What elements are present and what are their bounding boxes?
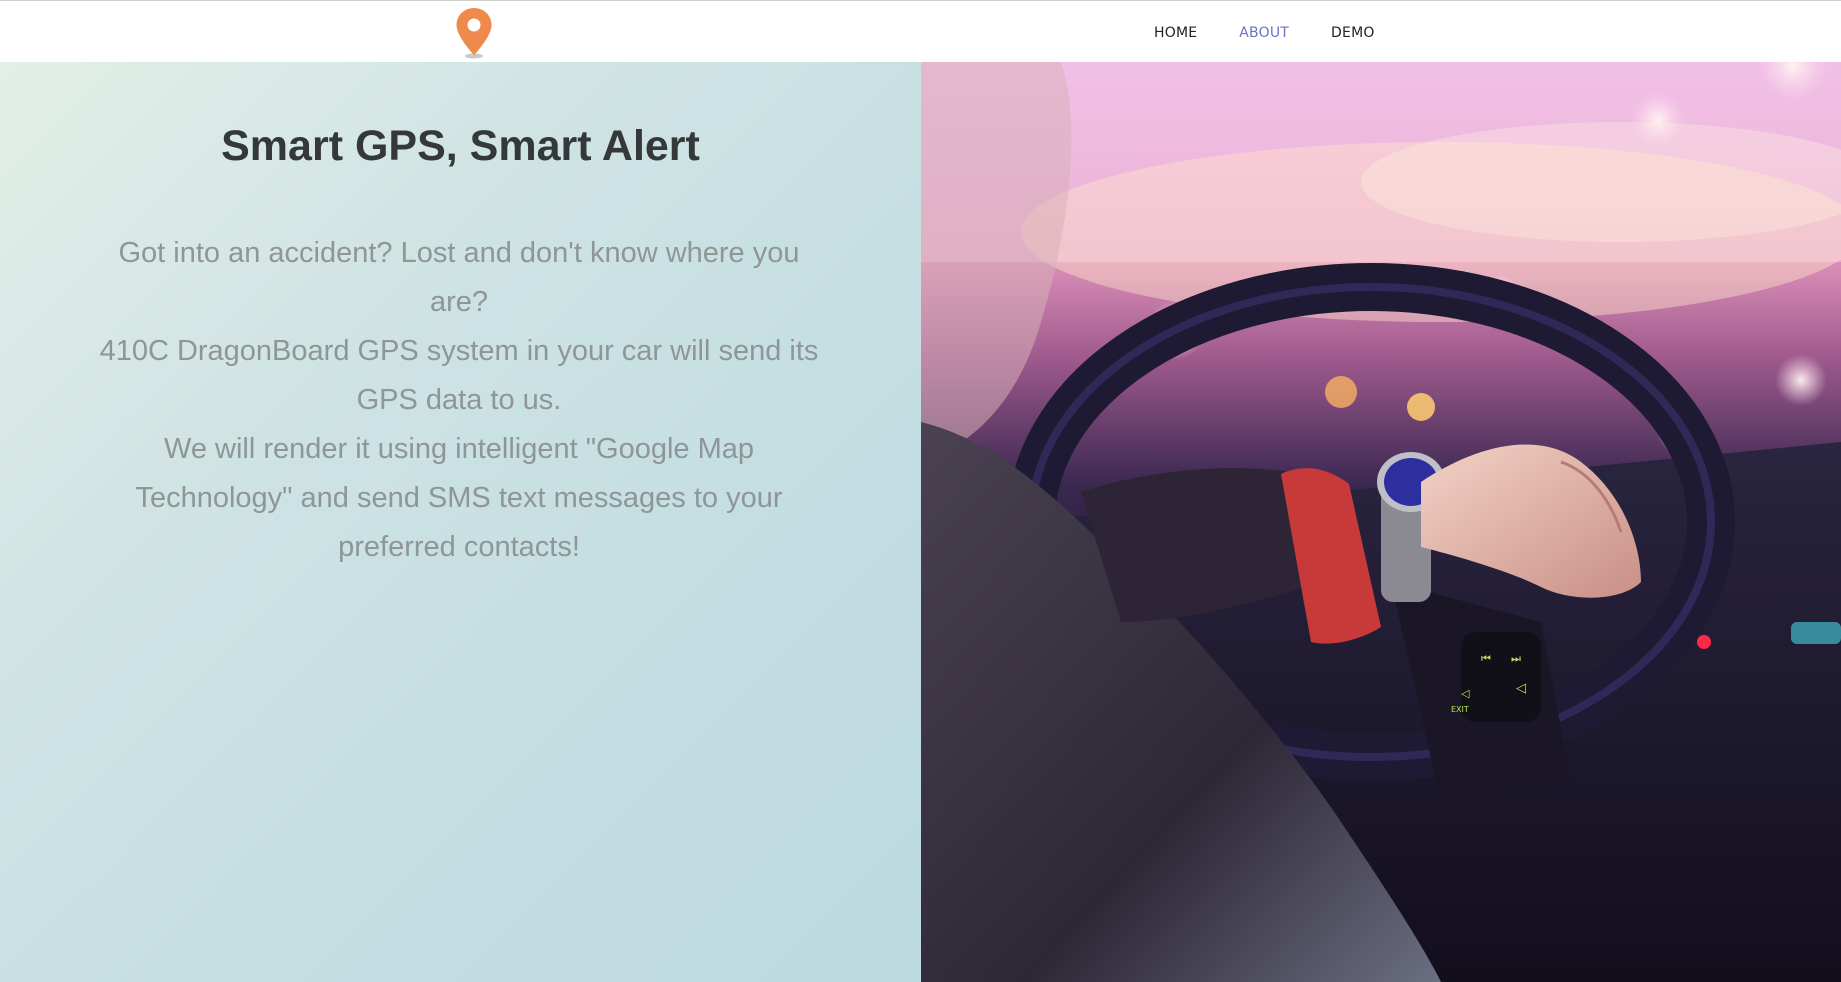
svg-text:⏭: ⏭ bbox=[1511, 652, 1521, 665]
hero-line-1: Got into an accident? Lost and don't kno… bbox=[118, 237, 800, 318]
hero-image-driver: ⏮ ⏭ ◁ ◁ EXIT bbox=[921, 62, 1841, 982]
svg-text:◁: ◁ bbox=[1461, 687, 1470, 700]
hero-text-panel: Smart GPS, Smart Alert Got into an accid… bbox=[0, 62, 921, 982]
map-pin-icon[interactable] bbox=[455, 7, 493, 59]
hero-line-2: 410C DragonBoard GPS system in your car … bbox=[99, 335, 819, 416]
svg-text:EXIT: EXIT bbox=[1451, 705, 1469, 714]
svg-text:⏮: ⏮ bbox=[1481, 652, 1491, 665]
hero-line-3: We will render it using intelligent "Goo… bbox=[135, 433, 783, 563]
nav-link-demo[interactable]: DEMO bbox=[1331, 24, 1375, 41]
hero-title: Smart GPS, Smart Alert bbox=[221, 122, 700, 170]
nav-link-about[interactable]: ABOUT bbox=[1239, 24, 1289, 41]
nav-link-home[interactable]: HOME bbox=[1154, 24, 1197, 41]
hero-description: Got into an accident? Lost and don't kno… bbox=[96, 229, 822, 572]
top-navbar: HOME ABOUT DEMO bbox=[0, 0, 1841, 62]
svg-text:◁: ◁ bbox=[1516, 681, 1526, 696]
nav-menu: HOME ABOUT DEMO bbox=[1140, 1, 1417, 63]
page: HOME ABOUT DEMO Smart GPS, Smart Alert G… bbox=[0, 0, 1841, 982]
